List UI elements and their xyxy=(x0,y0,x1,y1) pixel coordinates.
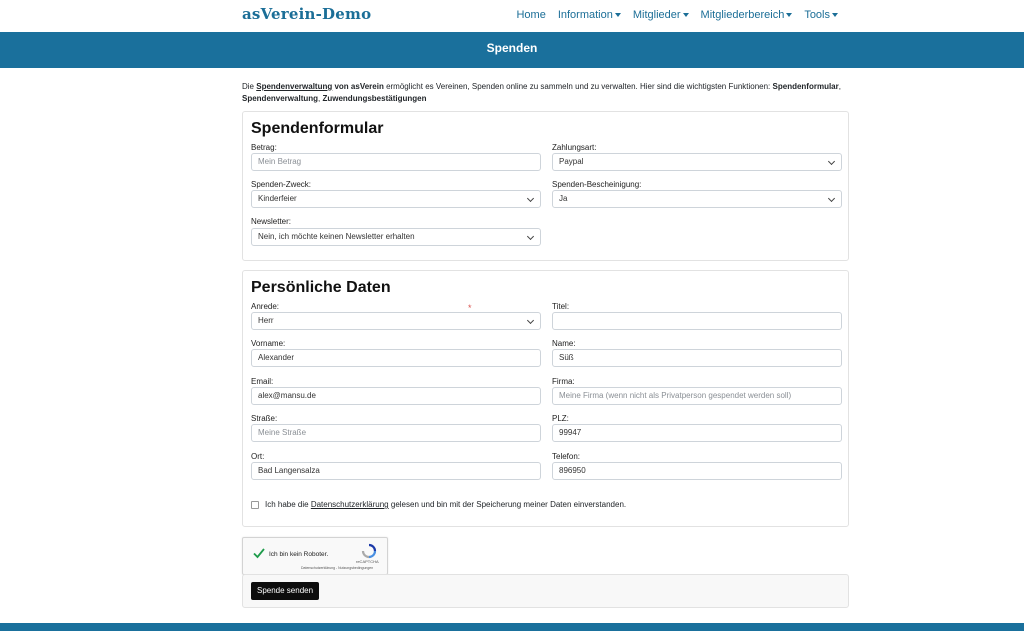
nav-tools-label: Tools xyxy=(804,9,830,21)
caret-down-icon xyxy=(786,13,793,18)
zweck-label: Spenden-Zweck: xyxy=(251,180,312,189)
nav-home[interactable]: Home xyxy=(516,9,545,21)
persoenliche-daten-title: Persönliche Daten xyxy=(251,279,391,296)
privacy-policy-link[interactable]: Datenschutzerklärung xyxy=(311,500,389,509)
intro-feature-1: Spendenformular xyxy=(772,82,839,91)
intro-feature-3: Zuwendungsbestätigungen xyxy=(322,94,427,103)
consent-text: Ich habe die Datenschutzerklärung gelese… xyxy=(265,500,626,509)
newsletter-select[interactable]: Nein, ich möchte keinen Newsletter erhal… xyxy=(251,228,541,246)
vorname-input[interactable]: Alexander xyxy=(251,349,541,367)
strasse-input[interactable]: Meine Straße xyxy=(251,424,541,442)
page-title-banner: Spenden xyxy=(0,32,1024,68)
newsletter-label: Newsletter: xyxy=(251,217,292,226)
intro-part2: von asVerein xyxy=(332,82,384,91)
consent-post: gelesen und bin mit der Speicherung mein… xyxy=(388,500,627,509)
page-title: Spenden xyxy=(486,41,538,55)
nav-tools[interactable]: Tools xyxy=(804,9,838,21)
intro-sep1: , xyxy=(838,82,841,91)
recaptcha-brand: reCAPTCHA xyxy=(356,559,379,564)
firma-label: Firma: xyxy=(552,377,575,386)
anrede-label: Anrede: xyxy=(251,302,280,311)
plz-label: PLZ: xyxy=(552,414,569,423)
bescheinigung-label: Spenden-Bescheinigung: xyxy=(552,180,642,189)
name-label: Name: xyxy=(552,339,576,348)
intro-feature-2: Spendenverwaltung xyxy=(242,94,319,103)
email-label: Email: xyxy=(251,377,274,386)
anrede-select[interactable]: Herr xyxy=(251,312,541,330)
email-input[interactable]: alex@mansu.de xyxy=(251,387,541,405)
nav-mitglieder[interactable]: Mitglieder xyxy=(633,9,689,21)
top-navbar: asVerein-Demo Home Information Mitgliede… xyxy=(0,0,1024,32)
intro-part3: ermöglicht es Vereinen, Spenden online z… xyxy=(383,82,773,91)
spendenformular-card: Spendenformular Betrag: Mein Betrag Zahl… xyxy=(242,111,849,261)
privacy-consent: Ich habe die Datenschutzerklärung gelese… xyxy=(251,500,626,509)
plz-input[interactable]: 99947 xyxy=(552,424,842,442)
caret-down-icon xyxy=(682,13,689,18)
recaptcha-widget[interactable]: Ich bin kein Roboter. reCAPTCHA Datensch… xyxy=(242,537,388,575)
nav-mitgliederbereich-label: Mitgliederbereich xyxy=(700,9,785,21)
titel-label: Titel: xyxy=(552,302,570,311)
caret-down-icon xyxy=(614,13,621,18)
ort-label: Ort: xyxy=(251,452,265,461)
nav-information[interactable]: Information xyxy=(558,9,621,21)
consent-pre: Ich habe die xyxy=(265,500,311,509)
checkmark-icon xyxy=(253,548,265,559)
betrag-label: Betrag: xyxy=(251,143,277,152)
zahlungsart-select[interactable]: Paypal xyxy=(552,153,842,171)
spendenformular-title: Spendenformular xyxy=(251,120,384,137)
intro-part1: Die xyxy=(242,82,257,91)
persoenliche-daten-card: Persönliche Daten Anrede: * Herr Titel: … xyxy=(242,270,849,527)
intro-link-spendenverwaltung[interactable]: Spendenverwaltung xyxy=(256,82,332,91)
recaptcha-logo-icon xyxy=(361,543,377,559)
ort-input[interactable]: Bad Langensalza xyxy=(251,462,541,480)
recaptcha-terms[interactable]: Datenschutzerklärung - Nutzungsbedingung… xyxy=(301,566,373,570)
titel-input[interactable] xyxy=(552,312,842,330)
strasse-label: Straße: xyxy=(251,414,278,423)
telefon-label: Telefon: xyxy=(552,452,581,461)
caret-down-icon xyxy=(832,13,838,18)
main-nav: Home Information Mitglieder Mitgliederbe… xyxy=(516,9,838,21)
betrag-input[interactable]: Mein Betrag xyxy=(251,153,541,171)
bescheinigung-select[interactable]: Ja xyxy=(552,190,842,208)
brand-logo[interactable]: asVerein-Demo xyxy=(242,5,371,23)
name-input[interactable]: Süß xyxy=(552,349,842,367)
nav-mitglieder-label: Mitglieder xyxy=(632,9,681,21)
intro-text: Die Spendenverwaltung von asVerein ermög… xyxy=(242,81,842,105)
footer-bar xyxy=(0,623,1024,631)
nav-information-label: Information xyxy=(557,9,613,21)
nav-mitgliederbereich[interactable]: Mitgliederbereich xyxy=(701,9,793,21)
submit-donation-button[interactable]: Spende senden xyxy=(251,582,320,600)
consent-checkbox[interactable] xyxy=(251,500,259,509)
vorname-label: Vorname: xyxy=(251,339,286,348)
nav-home-label: Home xyxy=(516,9,546,21)
zweck-select[interactable]: Kinderfeier xyxy=(251,190,541,208)
telefon-input[interactable]: 896950 xyxy=(552,462,842,480)
firma-input[interactable]: Meine Firma (wenn nicht als Privatperson… xyxy=(552,387,842,405)
submit-card: Spende senden xyxy=(242,574,849,608)
zahlungsart-label: Zahlungsart: xyxy=(552,143,597,152)
recaptcha-label: Ich bin kein Roboter. xyxy=(269,551,329,558)
